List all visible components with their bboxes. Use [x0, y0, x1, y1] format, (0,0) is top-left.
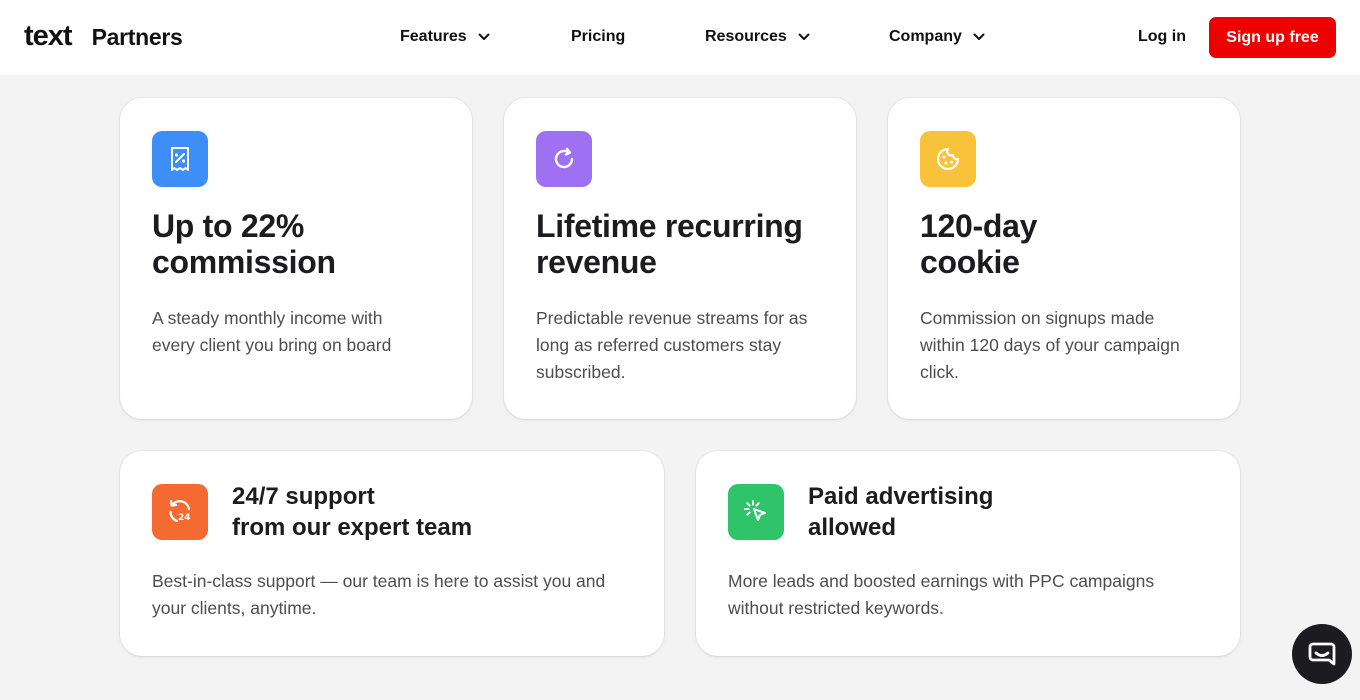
card-description: A steady monthly income with every clien…	[152, 305, 391, 359]
nav-company[interactable]: Company	[889, 28, 986, 46]
chevron-down-icon	[798, 33, 810, 40]
signup-button[interactable]: Sign up free	[1209, 17, 1336, 58]
nav-features[interactable]: Features	[400, 28, 491, 46]
chat-bubble-icon	[1308, 642, 1336, 666]
nav-pricing-label: Pricing	[571, 28, 626, 45]
card-description-line: More leads and boosted earnings with PPC…	[728, 571, 1155, 591]
chevron-down-icon	[478, 33, 490, 40]
refresh-icon	[536, 131, 592, 187]
card-description-line: A steady monthly income with	[152, 308, 383, 328]
feature-card-advertising: Paid advertising allowed More leads and …	[696, 451, 1240, 656]
nav-resources[interactable]: Resources	[705, 28, 811, 46]
feature-card-support: 24 24/7 support from our expert team Bes…	[120, 451, 664, 656]
card-description-line: your clients, anytime.	[152, 598, 317, 618]
card-title-line: cookie	[920, 244, 1020, 280]
nav-resources-label: Resources	[705, 28, 787, 45]
card-title: 24/7 support from our expert team	[232, 481, 472, 543]
card-title-line: Up to 22%	[152, 208, 304, 244]
card-title: 120-day cookie	[920, 208, 1037, 280]
card-description: Best-in-class support — our team is here…	[152, 568, 605, 622]
top-navbar: text Partners Features Pricing Resources…	[0, 0, 1360, 75]
card-title-line: 24/7 support	[232, 483, 375, 510]
card-title-line: revenue	[536, 244, 657, 280]
card-title: Paid advertising allowed	[808, 481, 993, 543]
logo-subtitle: Partners	[91, 24, 183, 50]
card-title-line: 120-day	[920, 208, 1038, 244]
card-title-line: commission	[152, 244, 336, 280]
logo-text: text	[24, 20, 73, 52]
card-description-line: Predictable revenue streams for as	[536, 308, 808, 328]
card-title-line: from our expert team	[232, 514, 473, 541]
card-description: Predictable revenue streams for as long …	[536, 305, 807, 386]
chat-widget-button[interactable]	[1292, 624, 1352, 684]
card-description-line: long as referred customers stay	[536, 335, 782, 355]
chevron-down-icon	[973, 33, 985, 40]
card-description-line: Best-in-class support — our team is here…	[152, 571, 606, 591]
cursor-click-icon	[728, 484, 784, 540]
feature-card-commission: Up to 22% commission A steady monthly in…	[120, 98, 472, 419]
card-description-line: every client you bring on board	[152, 335, 392, 355]
nav-pricing[interactable]: Pricing	[571, 28, 625, 46]
card-description-line: within 120 days of your campaign	[920, 335, 1180, 355]
login-link[interactable]: Log in	[1138, 28, 1186, 46]
card-title-line: allowed	[808, 514, 897, 541]
cookie-icon	[920, 131, 976, 187]
feature-card-recurring: Lifetime recurring revenue Predictable r…	[504, 98, 856, 419]
card-description: More leads and boosted earnings with PPC…	[728, 568, 1154, 622]
card-description: Commission on signups made within 120 da…	[920, 305, 1180, 386]
logo[interactable]: text Partners	[24, 20, 183, 53]
card-description-line: click.	[920, 362, 959, 382]
card-title: Up to 22% commission	[152, 208, 336, 280]
card-description-line: without restricted keywords.	[728, 598, 944, 618]
card-title-line: Paid advertising	[808, 483, 994, 510]
card-title: Lifetime recurring revenue	[536, 208, 803, 280]
nav-company-label: Company	[889, 28, 962, 45]
card-description-line: subscribed.	[536, 362, 626, 382]
support-24-icon: 24	[152, 484, 208, 540]
card-description-line: Commission on signups made	[920, 308, 1155, 328]
receipt-percent-icon	[152, 131, 208, 187]
card-title-line: Lifetime recurring	[536, 208, 803, 244]
feature-card-cookie: 120-day cookie Commission on signups mad…	[888, 98, 1240, 419]
nav-features-label: Features	[400, 28, 467, 45]
svg-text:24: 24	[178, 513, 191, 523]
